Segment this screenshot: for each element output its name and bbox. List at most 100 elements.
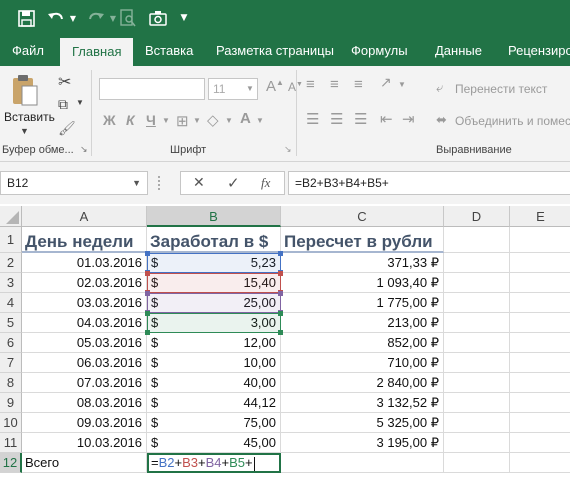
orientation-icon[interactable]: ↗ xyxy=(380,74,392,91)
date-cell[interactable]: 08.03.2016 xyxy=(22,393,147,413)
wrap-text-button[interactable]: Перенести текст xyxy=(455,82,547,96)
cut-icon[interactable]: ✂ xyxy=(58,72,71,92)
cell-empty[interactable] xyxy=(510,227,570,253)
name-box-dropdown-icon[interactable]: ▼ xyxy=(132,172,141,194)
paste-button[interactable]: Вставить xyxy=(4,110,55,124)
column-header-a[interactable]: A xyxy=(22,206,147,227)
row-header[interactable]: 11 xyxy=(0,433,22,453)
row-header[interactable]: 12 xyxy=(0,453,22,473)
camera-icon[interactable] xyxy=(146,6,170,30)
cell-empty[interactable] xyxy=(444,293,510,313)
cell-empty[interactable] xyxy=(444,253,510,273)
merge-center-icon[interactable]: ⬌ xyxy=(436,112,447,128)
decrease-indent-icon[interactable]: ⇤ xyxy=(380,110,393,128)
cell-empty[interactable] xyxy=(444,413,510,433)
row-header[interactable]: 1 xyxy=(0,227,22,253)
cell-empty[interactable] xyxy=(510,293,570,313)
align-center-icon[interactable]: ☰ xyxy=(330,110,343,128)
clipboard-launcher-icon[interactable]: ↘ xyxy=(80,144,88,155)
column-header-c[interactable]: C xyxy=(281,206,444,227)
row-header[interactable]: 2 xyxy=(0,253,22,273)
cell-empty[interactable] xyxy=(510,253,570,273)
underline-button[interactable]: Ч xyxy=(146,112,156,128)
usd-cell[interactable]: $5,23 xyxy=(147,253,281,273)
usd-cell[interactable]: $25,00 xyxy=(147,293,281,313)
increase-indent-icon[interactable]: ⇥ xyxy=(402,110,415,128)
borders-dropdown-icon[interactable]: ▼ xyxy=(193,116,201,125)
cell-empty[interactable] xyxy=(444,433,510,453)
date-cell[interactable]: 07.03.2016 xyxy=(22,373,147,393)
rub-cell[interactable]: 371,33 ₽ xyxy=(281,253,444,273)
bold-button[interactable]: Ж xyxy=(103,112,116,128)
format-painter-icon[interactable]: 🖌 xyxy=(58,120,76,137)
usd-cell[interactable]: $12,00 xyxy=(147,333,281,353)
usd-cell[interactable]: $44,12 xyxy=(147,393,281,413)
cell-empty[interactable] xyxy=(510,273,570,293)
total-label-cell[interactable]: Всего xyxy=(22,453,147,473)
tab-insert[interactable]: Вставка xyxy=(145,36,193,66)
usd-cell[interactable]: $40,00 xyxy=(147,373,281,393)
tab-file[interactable]: Файл xyxy=(12,36,44,66)
date-cell[interactable]: 06.03.2016 xyxy=(22,353,147,373)
row-header[interactable]: 8 xyxy=(0,373,22,393)
tab-formulas[interactable]: Формулы xyxy=(351,36,408,66)
rub-cell[interactable]: 1 093,40 ₽ xyxy=(281,273,444,293)
cell-empty[interactable] xyxy=(444,333,510,353)
wrap-text-icon[interactable]: ⤶ xyxy=(436,80,443,96)
select-all-corner[interactable] xyxy=(0,206,22,227)
rub-cell[interactable]: 3 195,00 ₽ xyxy=(281,433,444,453)
date-cell[interactable]: 01.03.2016 xyxy=(22,253,147,273)
date-cell[interactable]: 04.03.2016 xyxy=(22,313,147,333)
rub-cell[interactable]: 3 132,52 ₽ xyxy=(281,393,444,413)
formula-bar-splitter[interactable] xyxy=(158,176,161,190)
align-left-icon[interactable]: ☰ xyxy=(306,110,319,128)
cell-empty[interactable] xyxy=(444,273,510,293)
usd-cell[interactable]: $15,40 xyxy=(147,273,281,293)
copy-icon[interactable]: ⧉ xyxy=(58,96,68,113)
paste-dropdown-icon[interactable]: ▼ xyxy=(20,126,29,136)
tab-data[interactable]: Данные xyxy=(435,36,482,66)
row-header[interactable]: 6 xyxy=(0,333,22,353)
align-middle-icon[interactable]: ≡ xyxy=(330,76,339,93)
cell-empty[interactable] xyxy=(281,453,444,473)
cell-empty[interactable] xyxy=(510,393,570,413)
formula-input[interactable]: =B2+B3+B4+B5+ xyxy=(288,171,570,195)
row-header[interactable]: 3 xyxy=(0,273,22,293)
borders-icon[interactable]: ⊞ xyxy=(176,112,189,130)
fill-color-icon[interactable]: ◇ xyxy=(207,111,219,129)
row-header[interactable]: 9 xyxy=(0,393,22,413)
cell-empty[interactable] xyxy=(444,353,510,373)
rub-cell[interactable]: 852,00 ₽ xyxy=(281,333,444,353)
cell-empty[interactable] xyxy=(444,373,510,393)
undo-dropdown-icon[interactable]: ▼ xyxy=(68,6,78,30)
row-header[interactable]: 4 xyxy=(0,293,22,313)
rub-cell[interactable]: 1 775,00 ₽ xyxy=(281,293,444,313)
paste-icon[interactable] xyxy=(10,74,40,108)
rub-cell[interactable]: 5 325,00 ₽ xyxy=(281,413,444,433)
cell-empty[interactable] xyxy=(510,353,570,373)
header-day[interactable]: День недели xyxy=(22,227,147,253)
font-launcher-icon[interactable]: ↘ xyxy=(284,144,292,155)
usd-cell[interactable]: $75,00 xyxy=(147,413,281,433)
date-cell[interactable]: 03.03.2016 xyxy=(22,293,147,313)
date-cell[interactable]: 10.03.2016 xyxy=(22,433,147,453)
header-earned-usd[interactable]: Заработал в $ xyxy=(147,227,281,253)
name-box[interactable]: B12 ▼ xyxy=(0,171,148,195)
column-header-d[interactable]: D xyxy=(444,206,510,227)
header-converted-rub[interactable]: Пересчет в рубли xyxy=(281,227,444,253)
tab-page-layout[interactable]: Разметка страницы xyxy=(216,36,334,66)
orientation-dropdown-icon[interactable]: ▼ xyxy=(398,80,406,89)
tab-home[interactable]: Главная xyxy=(60,38,134,66)
print-preview-icon[interactable] xyxy=(116,6,140,30)
cell-empty[interactable] xyxy=(444,393,510,413)
cell-empty[interactable] xyxy=(510,453,570,473)
cell-empty[interactable] xyxy=(444,453,510,473)
cell-empty[interactable] xyxy=(510,313,570,333)
rub-cell[interactable]: 2 840,00 ₽ xyxy=(281,373,444,393)
cell-empty[interactable] xyxy=(510,333,570,353)
edit-cell-b12[interactable]: =B2+B3+B4+B5+ xyxy=(147,453,281,473)
cell-empty[interactable] xyxy=(510,433,570,453)
cell-empty[interactable] xyxy=(510,413,570,433)
font-color-icon[interactable]: A xyxy=(240,110,251,127)
insert-function-icon[interactable]: fx xyxy=(261,175,270,191)
